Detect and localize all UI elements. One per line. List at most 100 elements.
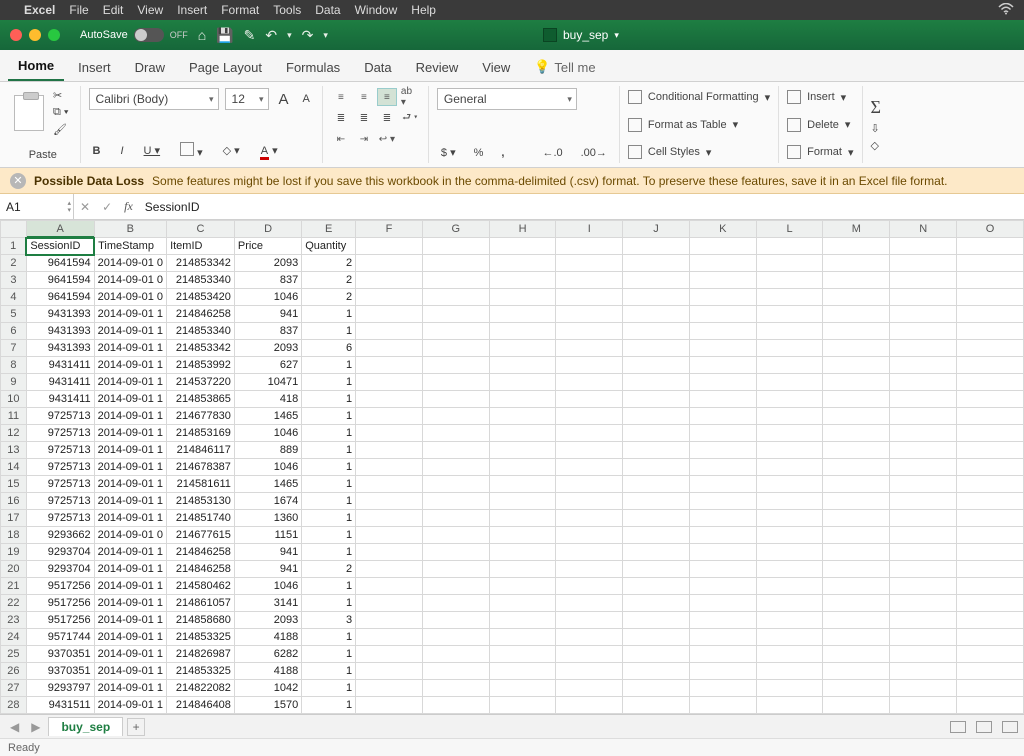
save-icon[interactable]: 💾 [216,27,233,44]
cell[interactable] [689,476,756,493]
cell[interactable] [356,255,423,272]
cell[interactable]: 214846117 [167,442,235,459]
cell[interactable] [890,476,957,493]
row-header[interactable]: 23 [1,612,27,629]
cell[interactable]: 214677830 [167,408,235,425]
increase-decimal-button[interactable]: ←.0 [538,145,566,161]
cell[interactable]: 2014-09-01 1 [94,595,166,612]
cell[interactable] [756,663,823,680]
cell[interactable] [756,289,823,306]
cell[interactable] [756,493,823,510]
cell[interactable]: 214853420 [167,289,235,306]
row-header[interactable]: 24 [1,629,27,646]
cell[interactable] [489,493,556,510]
cell[interactable]: 2014-09-01 0 [94,289,166,306]
cell[interactable] [890,408,957,425]
cell[interactable] [823,544,890,561]
cell[interactable]: 2014-09-01 1 [94,306,166,323]
row-header[interactable]: 6 [1,323,27,340]
cell[interactable]: 9370351 [26,663,94,680]
row-header[interactable]: 27 [1,680,27,697]
cell[interactable] [756,340,823,357]
cell[interactable]: 2 [302,272,356,289]
cell[interactable]: 214853342 [167,340,235,357]
menu-tools[interactable]: Tools [273,3,301,17]
row-header[interactable]: 10 [1,391,27,408]
cell[interactable] [489,459,556,476]
row-header[interactable]: 8 [1,357,27,374]
cell[interactable] [489,544,556,561]
comma-style-button[interactable]: , [497,145,508,161]
cell[interactable]: TimeStamp [94,238,166,255]
cell[interactable] [689,697,756,714]
cell[interactable] [623,272,690,289]
cell[interactable]: 2014-09-01 1 [94,578,166,595]
formula-input[interactable]: SessionID [139,200,1024,214]
cell[interactable] [957,527,1024,544]
column-header[interactable]: C [167,221,235,238]
cell[interactable] [957,595,1024,612]
cell[interactable] [689,374,756,391]
cell[interactable] [422,493,489,510]
cell[interactable] [489,289,556,306]
cell[interactable]: 1 [302,578,356,595]
cell[interactable]: 9431411 [26,357,94,374]
number-format-select[interactable]: General [437,88,577,110]
cell[interactable] [356,374,423,391]
cell[interactable]: 837 [234,272,301,289]
cell[interactable] [489,476,556,493]
cell[interactable]: 418 [234,391,301,408]
cell[interactable] [957,425,1024,442]
cell[interactable] [422,476,489,493]
row-header[interactable]: 26 [1,663,27,680]
cell[interactable] [623,306,690,323]
cell[interactable] [422,663,489,680]
cell[interactable] [356,629,423,646]
cell[interactable] [623,357,690,374]
cell[interactable]: 214853342 [167,255,235,272]
format-painter-icon[interactable]: 🖌 [50,122,72,137]
name-box[interactable]: A1 ▴▾ [0,194,74,219]
view-page-break-icon[interactable] [1002,721,1018,733]
cell[interactable] [823,408,890,425]
cell[interactable] [556,340,623,357]
cell[interactable] [689,527,756,544]
cell[interactable]: Quantity [302,238,356,255]
cell[interactable]: 214678387 [167,459,235,476]
cell[interactable] [489,408,556,425]
cell[interactable]: 214853340 [167,323,235,340]
cell[interactable] [556,306,623,323]
column-header[interactable]: B [94,221,166,238]
document-title[interactable]: buy_sep ▾ [338,28,824,42]
cell[interactable] [689,629,756,646]
column-header[interactable]: E [302,221,356,238]
cell[interactable]: 2014-09-01 1 [94,697,166,714]
cell[interactable] [556,578,623,595]
cell[interactable]: 9725713 [26,442,94,459]
cell[interactable]: 1 [302,357,356,374]
cut-icon[interactable]: ✂ [50,88,72,103]
cell[interactable]: 2014-09-01 0 [94,527,166,544]
row-header[interactable]: 14 [1,459,27,476]
tab-view[interactable]: View [472,54,520,81]
align-center-icon[interactable]: ≣ [354,109,374,127]
cell[interactable] [957,323,1024,340]
tab-page-layout[interactable]: Page Layout [179,54,272,81]
cell[interactable] [957,306,1024,323]
cell[interactable] [823,306,890,323]
increase-indent-icon[interactable]: ⇥ [354,130,374,148]
cell[interactable] [957,697,1024,714]
menu-insert[interactable]: Insert [177,3,207,17]
cell[interactable] [689,680,756,697]
column-header[interactable]: F [356,221,423,238]
cell[interactable] [556,289,623,306]
cell[interactable] [356,238,423,255]
cell[interactable] [689,425,756,442]
undo-icon[interactable]: ↶ [265,27,277,44]
cell[interactable]: 2014-09-01 1 [94,459,166,476]
cell[interactable] [422,306,489,323]
fill-button[interactable]: ⇩ [871,122,881,135]
font-color-button[interactable]: A ▾ [256,142,282,159]
cell[interactable] [957,663,1024,680]
cell[interactable]: 9725713 [26,425,94,442]
